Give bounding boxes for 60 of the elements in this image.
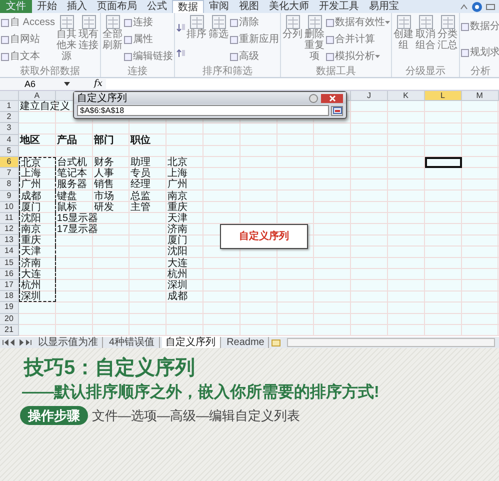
cell-text: 专员 bbox=[130, 168, 151, 180]
cell-text: 大连 bbox=[21, 268, 41, 280]
tip-title: 技巧5：自定义序列 bbox=[24, 356, 196, 381]
ribbon-group-label: 数据工具 bbox=[315, 66, 358, 77]
steps-label: 操作步骤 bbox=[20, 406, 88, 425]
cell-text: 成都 bbox=[168, 291, 188, 302]
cell-text: 天津 bbox=[168, 212, 188, 224]
cell-text: 杭州 bbox=[168, 268, 188, 280]
ribbon-group-label: 分级显示 bbox=[404, 66, 447, 77]
cell-text: 17显示器 bbox=[56, 224, 98, 236]
cell-text: 重庆 bbox=[168, 202, 188, 213]
cell-text: 销售 bbox=[94, 179, 114, 190]
ribbon-group-label: 获取外部数据 bbox=[19, 66, 81, 77]
cell-text: 人事 bbox=[94, 168, 114, 180]
ribbon-group-label: 分析 bbox=[470, 66, 492, 77]
cell-text: 市场 bbox=[94, 190, 114, 202]
cell-text: 厦门 bbox=[21, 202, 41, 213]
cell-text: 产品 bbox=[56, 134, 77, 146]
cell-text: 重庆 bbox=[21, 235, 41, 246]
ribbon-group-label: 连接 bbox=[126, 66, 149, 77]
cell-text: 职位 bbox=[130, 134, 151, 146]
cell-text: 济南 bbox=[168, 224, 188, 236]
cell-text: 总监 bbox=[130, 190, 151, 202]
cell-text: 济南 bbox=[21, 258, 41, 269]
cell-text: 研发 bbox=[94, 202, 114, 213]
cell-text: 建立自定义 bbox=[20, 101, 70, 112]
cell-text: 笔记本 bbox=[56, 168, 87, 180]
cell-text: 天津 bbox=[21, 246, 41, 258]
cell-text: 沈阳 bbox=[21, 212, 41, 224]
cell-text: 厦门 bbox=[168, 235, 188, 246]
cell-text: 大连 bbox=[168, 258, 188, 269]
ribbon-group-label: 排序和筛选 bbox=[202, 66, 254, 77]
cell-text: 经理 bbox=[130, 179, 151, 190]
steps-text: 文件—选项—高级—编辑自定义列表 bbox=[92, 406, 300, 424]
cell-text: 地区 bbox=[20, 134, 40, 146]
cell-text: 服务器 bbox=[56, 179, 87, 190]
cell-text: 南京 bbox=[168, 190, 188, 202]
cell-text: 键盘 bbox=[56, 190, 77, 202]
cell-text: 深圳 bbox=[21, 291, 41, 302]
cell-text: 鼠标 bbox=[56, 202, 77, 213]
cell-text: 助理 bbox=[130, 156, 151, 168]
cell-text: 财务 bbox=[94, 156, 114, 168]
cell-text: 杭州 bbox=[21, 280, 41, 291]
dialog-title: 自定义序列 bbox=[77, 92, 128, 104]
cell-text: 北京 bbox=[168, 156, 188, 168]
cell-text: 广州 bbox=[21, 179, 41, 190]
cell-text: 上海 bbox=[21, 168, 41, 180]
cell-text: 上海 bbox=[168, 168, 188, 180]
cell-text: 台式机 bbox=[56, 156, 87, 168]
cell-text: 南京 bbox=[21, 224, 41, 236]
cell-text: 深圳 bbox=[168, 280, 188, 291]
text-box: 自定义序列 bbox=[220, 224, 308, 249]
cell-text: 广州 bbox=[168, 179, 188, 190]
cell-text: 北京 bbox=[21, 158, 41, 169]
tip-subtitle: ——默认排序顺序之外，嵌入你所需要的排序方式! bbox=[22, 382, 380, 403]
cell-text: 沈阳 bbox=[168, 246, 188, 258]
cell-text: 主管 bbox=[130, 202, 151, 213]
cell-text: 成都 bbox=[21, 190, 41, 202]
cell-text: 15显示器 bbox=[56, 212, 98, 224]
cell-text: 部门 bbox=[94, 134, 114, 146]
